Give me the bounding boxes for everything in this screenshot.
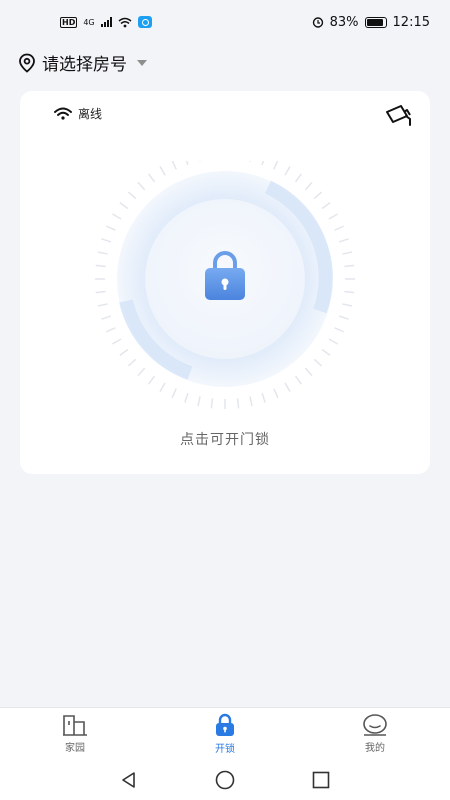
dial-tick: [184, 392, 189, 403]
dial-tick: [137, 367, 146, 377]
dial-tick: [95, 290, 106, 294]
dial-tick: [171, 388, 177, 399]
network-type: 4G: [83, 17, 95, 27]
connection-status-label: 离线: [78, 107, 103, 121]
back-button[interactable]: [81, 770, 177, 790]
recents-square-icon: [312, 771, 330, 789]
dial-tick: [105, 225, 116, 231]
dial-tick: [313, 191, 323, 200]
battery-icon: [364, 16, 387, 28]
dial-tick: [112, 213, 122, 220]
room-selector-label: 请选择房号: [42, 55, 127, 75]
dial-tick: [342, 303, 353, 307]
dial-tick: [328, 338, 338, 345]
dial-tick: [249, 396, 253, 407]
dial-tick: [159, 166, 166, 176]
dial-tick: [95, 264, 106, 268]
unlock-button[interactable]: [20, 149, 430, 411]
unlock-dial: [95, 149, 355, 409]
dial-tick: [119, 201, 129, 210]
dial-tick: [210, 398, 214, 409]
dial-tick: [197, 151, 201, 162]
message-app-icon: [137, 16, 152, 28]
dial-tick: [127, 191, 137, 200]
dial-tick: [97, 251, 108, 255]
dial-tick: [294, 375, 303, 385]
unlock-hint: 点击可开门锁: [180, 432, 270, 448]
dial-tick: [105, 327, 116, 333]
dial-tick: [338, 315, 349, 320]
home-button[interactable]: [177, 769, 273, 791]
lock-card: 离线 点击可开门锁: [20, 91, 430, 474]
hd-badge: HD: [60, 16, 78, 28]
profile-icon: [363, 714, 387, 736]
dial-tick: [184, 155, 189, 166]
location-pin-icon: [19, 53, 35, 73]
home-circle-icon: [215, 770, 235, 790]
wifi-icon: [54, 107, 72, 120]
dial-tick: [101, 315, 112, 320]
tab-unlock[interactable]: 开锁: [150, 708, 300, 760]
dial-tick: [313, 358, 323, 367]
dial-tick: [171, 159, 177, 170]
dial-tick: [321, 201, 331, 210]
wifi-status-bar-icon: [118, 17, 132, 27]
bottom-tab-bar: 家园 开锁 我的: [0, 707, 450, 760]
battery-percent: 83%: [329, 14, 359, 30]
dial-tick: [261, 392, 266, 403]
status-bar-left: HD 4G: [60, 16, 152, 28]
dial-tick: [101, 238, 112, 243]
camera-icon: [386, 105, 411, 126]
system-nav-bar: [0, 760, 450, 800]
dial-tick: [97, 303, 108, 307]
dial-tick: [112, 338, 122, 345]
dial-tick: [147, 173, 156, 183]
recents-button[interactable]: [273, 770, 369, 790]
tab-unlock-label: 开锁: [215, 744, 235, 755]
alarm-icon: [312, 17, 323, 28]
dial-tick: [236, 398, 240, 409]
dial-tick: [197, 396, 201, 407]
camera-button[interactable]: [384, 103, 412, 127]
dial-tick: [261, 155, 266, 166]
building-icon: [63, 715, 87, 736]
dial-tick: [334, 327, 345, 333]
signal-icon: [100, 17, 112, 27]
clock: 12:15: [392, 14, 430, 30]
dial-tick: [342, 251, 353, 255]
lock-icon: [216, 713, 234, 736]
dial-tick: [304, 181, 313, 191]
room-selector[interactable]: 请选择房号: [18, 50, 147, 75]
dial-tick: [328, 213, 338, 220]
tab-profile-label: 我的: [365, 743, 385, 754]
dial-tick: [321, 348, 331, 357]
status-bar: HD 4G 83% 12:15: [0, 0, 450, 44]
dial-tick: [273, 388, 279, 399]
dial-tick: [294, 173, 303, 183]
dial-tick: [119, 348, 129, 357]
dial-tick: [249, 151, 253, 162]
dial-tick: [159, 382, 166, 392]
chevron-down-icon: [137, 59, 147, 66]
dial-tick: [127, 358, 137, 367]
dial-tick: [344, 264, 355, 268]
dial-tick: [304, 367, 313, 377]
back-triangle-icon: [122, 772, 135, 788]
tab-home-label: 家园: [65, 743, 85, 754]
tab-profile[interactable]: 我的: [300, 708, 450, 760]
dial-tick: [344, 290, 355, 294]
tab-home[interactable]: 家园: [0, 708, 150, 760]
dial-tick: [334, 225, 345, 231]
status-bar-right: 83% 12:15: [312, 15, 430, 30]
dial-tick: [273, 159, 279, 170]
dial-tick: [147, 375, 156, 385]
connection-status: 离线: [54, 105, 102, 122]
dial-tick: [137, 181, 146, 191]
dial-tick: [338, 238, 349, 243]
dial-tick: [284, 166, 291, 176]
dial-tick: [284, 382, 291, 392]
